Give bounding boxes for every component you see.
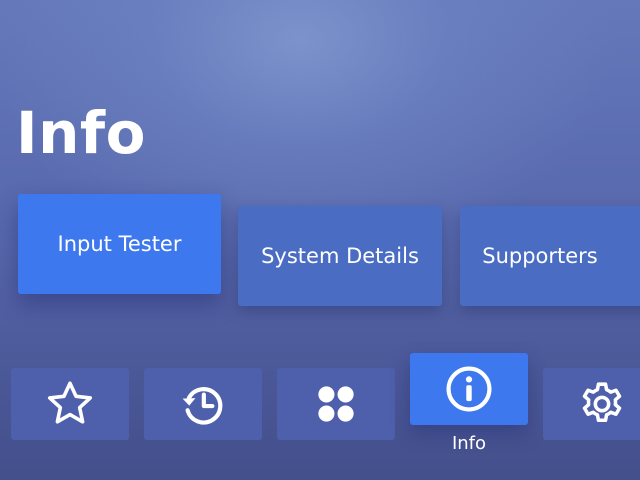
nav-history[interactable] bbox=[144, 368, 262, 440]
input-tester-label: Input Tester bbox=[57, 232, 182, 256]
star-icon bbox=[47, 381, 93, 424]
apps-icon bbox=[318, 386, 354, 422]
history-icon bbox=[182, 387, 223, 425]
info-icon bbox=[446, 366, 492, 412]
system-details-card[interactable]: System Details bbox=[238, 206, 442, 306]
nav-favorites[interactable] bbox=[11, 368, 129, 440]
nav-settings[interactable] bbox=[543, 368, 640, 440]
supporters-label: Supporters bbox=[482, 244, 598, 268]
nav-apps[interactable] bbox=[277, 368, 395, 440]
nav-info-label: Info bbox=[451, 433, 487, 454]
supporters-card[interactable]: Supporters bbox=[460, 206, 640, 306]
input-tester-card[interactable]: Input Tester bbox=[18, 194, 221, 294]
system-details-label: System Details bbox=[261, 244, 419, 268]
page-title: Info bbox=[16, 99, 146, 167]
nav-info[interactable] bbox=[410, 353, 528, 425]
gear-icon bbox=[582, 382, 622, 423]
